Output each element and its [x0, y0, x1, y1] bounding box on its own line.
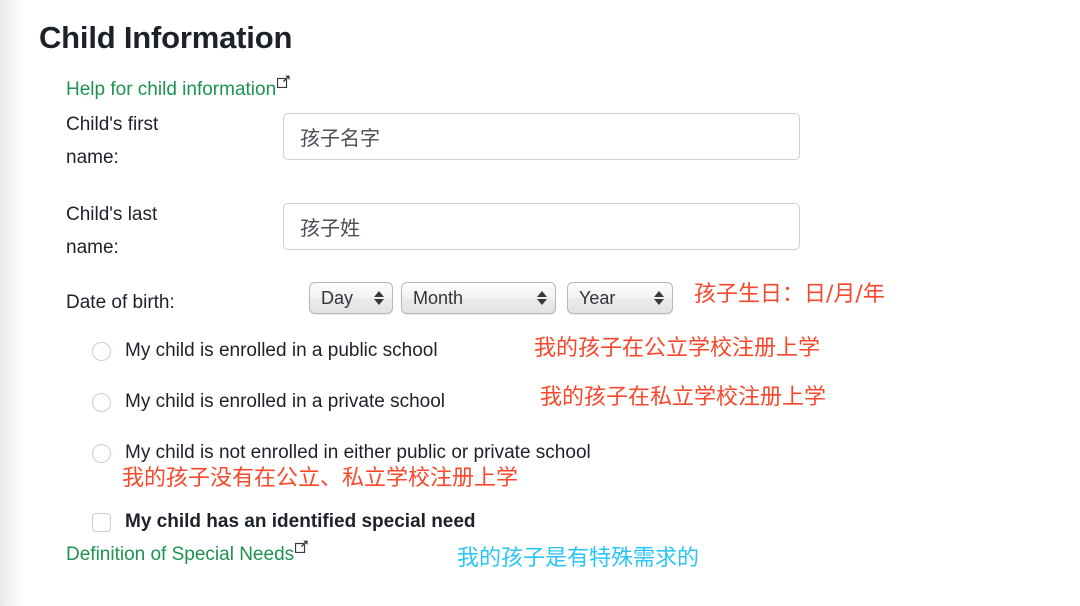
- month-select-value: Month: [413, 288, 464, 308]
- definition-link-label: Definition of Special Needs: [66, 544, 295, 565]
- external-link-icon: [295, 540, 308, 553]
- updown-arrows-icon: [374, 291, 392, 305]
- childs-last-name-input[interactable]: [283, 203, 800, 250]
- updown-arrows-icon: [654, 291, 672, 305]
- radio-public-school-label: My child is enrolled in a public school: [125, 340, 438, 361]
- radio-icon[interactable]: [92, 342, 111, 361]
- annotation-public-school: 我的孩子在公立学校注册上学: [534, 336, 821, 361]
- annotation-neither-school: 我的孩子没有在公立、私立学校注册上学: [122, 466, 519, 491]
- checkbox-special-need-label: My child has an identified special need: [125, 511, 476, 532]
- date-of-birth-label: Date of birth:: [66, 292, 175, 313]
- checkbox-special-need[interactable]: My child has an identified special need: [92, 510, 476, 534]
- form-page: Child Information Help for child informa…: [26, 0, 1080, 606]
- day-select-value: Day: [321, 288, 354, 308]
- radio-public-school[interactable]: My child is enrolled in a public school: [92, 339, 438, 363]
- external-link-icon: [277, 75, 290, 88]
- page-left-gutter: [0, 0, 26, 606]
- annotation-special-need: 我的孩子是有特殊需求的: [457, 546, 700, 571]
- checkbox-icon[interactable]: [92, 513, 111, 532]
- childs-first-name-input[interactable]: [283, 113, 800, 160]
- childs-first-name-label: Child's first name:: [66, 114, 159, 168]
- help-for-child-information-link[interactable]: Help for child information: [66, 75, 290, 101]
- radio-neither-school-label: My child is not enrolled in either publi…: [125, 442, 591, 463]
- date-of-birth-year-select[interactable]: Year: [567, 282, 673, 314]
- date-of-birth-month-select[interactable]: Month: [401, 282, 556, 314]
- radio-private-school[interactable]: My child is enrolled in a private school: [92, 390, 445, 414]
- annotation-private-school: 我的孩子在私立学校注册上学: [540, 385, 827, 410]
- help-link-label: Help for child information: [66, 79, 277, 100]
- updown-arrows-icon: [537, 291, 555, 305]
- date-of-birth-day-select[interactable]: Day: [309, 282, 393, 314]
- radio-icon[interactable]: [92, 393, 111, 412]
- page-title: Child Information: [39, 20, 293, 55]
- annotation-date-of-birth: 孩子生日：日/月/年: [694, 282, 885, 307]
- year-select-value: Year: [579, 288, 616, 308]
- definition-of-special-needs-link[interactable]: Definition of Special Needs: [66, 540, 308, 566]
- childs-last-name-label: Child's last name:: [66, 204, 158, 258]
- radio-neither-school[interactable]: My child is not enrolled in either publi…: [92, 441, 591, 465]
- radio-icon[interactable]: [92, 444, 111, 463]
- radio-private-school-label: My child is enrolled in a private school: [125, 391, 445, 412]
